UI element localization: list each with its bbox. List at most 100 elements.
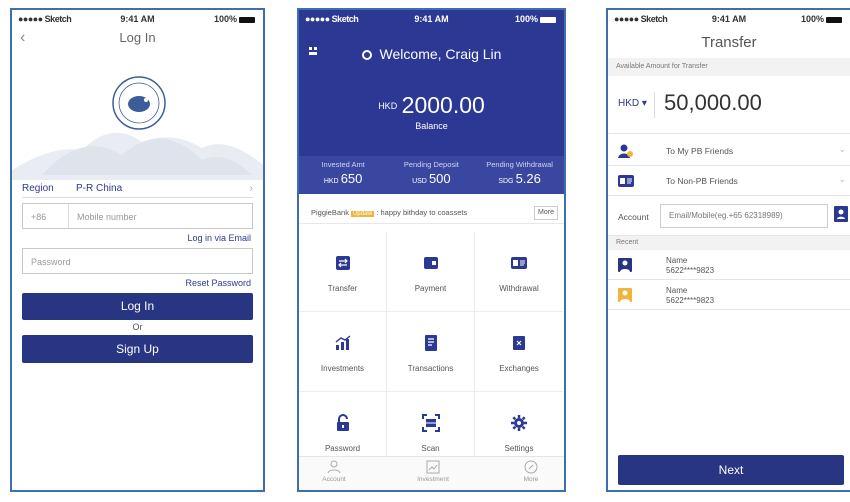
tab-more[interactable]: More xyxy=(496,460,564,483)
grid-label: Payment xyxy=(414,284,447,293)
grid-label: Password xyxy=(324,444,361,453)
balance-label: Balance xyxy=(415,121,448,131)
update-badge: Update xyxy=(350,211,375,217)
mobile-input[interactable]: +86 Mobile number xyxy=(22,203,253,229)
wallet-icon xyxy=(423,257,438,269)
account-label: Account xyxy=(618,212,649,222)
tab-bar: Account Investment More xyxy=(299,456,564,490)
gear-icon xyxy=(511,415,527,431)
home-header: ●●●●● Sketch 9:41 AM 100% Welcome, Craig… xyxy=(299,10,564,194)
battery-icon xyxy=(826,16,842,23)
password-input[interactable]: Password xyxy=(22,248,253,274)
grid-label: Settings xyxy=(504,444,534,453)
grid-item-withdrawal[interactable]: Withdrawal xyxy=(475,232,563,312)
stat-pending-deposit[interactable]: Pending Deposit USD 500 xyxy=(387,160,475,186)
option-label: To My PB Friends xyxy=(666,146,734,156)
battery-percent: 100% xyxy=(800,14,824,24)
stat-label: Invested Amt xyxy=(321,160,365,169)
battery-indicator: 100% xyxy=(801,14,842,24)
grid-item-investments[interactable]: Investments xyxy=(299,312,387,392)
person-icon xyxy=(327,460,341,474)
recent-header: Recent xyxy=(608,236,850,250)
recent-contact[interactable]: Name 5622****9823 xyxy=(608,250,850,280)
battery-icon xyxy=(239,16,255,23)
hero-illustration xyxy=(12,50,263,180)
status-bar: ●●●●● Sketch 9:41 AM 100% xyxy=(299,10,564,26)
contact-card-icon xyxy=(618,175,634,187)
divider xyxy=(68,204,69,228)
option-pb-friends[interactable]: To My PB Friends ⌄ xyxy=(608,136,850,166)
back-chevron-icon[interactable]: ‹ xyxy=(20,26,25,50)
battery-indicator: 100% xyxy=(214,14,255,24)
option-label: To Non-PB Friends xyxy=(666,176,738,186)
signup-button[interactable]: Sign Up xyxy=(22,335,253,363)
balance-currency: HKD xyxy=(378,101,398,111)
home-screen: ●●●●● Sketch 9:41 AM 100% Welcome, Craig… xyxy=(297,8,566,492)
contact-avatar-icon xyxy=(618,258,632,272)
chevron-down-icon: ⌄ xyxy=(838,144,846,154)
friend-icon xyxy=(618,144,633,158)
option-non-pb-friends[interactable]: To Non-PB Friends ⌄ xyxy=(608,166,850,196)
stat-value: 5.26 xyxy=(515,171,541,186)
line-chart-icon xyxy=(426,460,440,474)
login-button[interactable]: Log In xyxy=(22,293,253,320)
grid-label: Transactions xyxy=(407,364,454,373)
region-value: P-R China xyxy=(76,183,123,194)
welcome-banner: Welcome, Craig Lin xyxy=(299,46,564,62)
region-selector[interactable]: Region P-R China › xyxy=(22,180,253,198)
country-code[interactable]: +86 xyxy=(31,212,46,222)
login-via-email-link[interactable]: Log in via Email xyxy=(187,233,251,243)
contacts-book-icon[interactable] xyxy=(834,206,848,222)
balance-amount: 2000.00 xyxy=(401,92,485,118)
mountains-logo-art xyxy=(12,76,263,180)
balance-display: HKD 2000.00 Balance xyxy=(299,92,564,131)
stat-invested[interactable]: Invested Amt HKD 650 xyxy=(299,160,387,186)
stat-currency: USD xyxy=(412,178,427,185)
stat-currency: HKD xyxy=(323,178,339,185)
receipt-icon xyxy=(424,335,437,351)
divider xyxy=(654,92,655,118)
recent-contact[interactable]: Name 5622****9823 xyxy=(608,280,850,310)
tab-investment[interactable]: Investment xyxy=(398,460,468,483)
region-label: Region xyxy=(22,183,54,194)
mobile-placeholder: Mobile number xyxy=(77,212,137,222)
notice-bar[interactable]: PiggieBank Update: happy bithday to coass… xyxy=(299,202,564,224)
grid-label: Scan xyxy=(421,444,440,453)
stat-label: Pending Deposit xyxy=(403,160,459,169)
amount-row: HKD ▾ 50,000.00 xyxy=(608,76,850,134)
amount-value[interactable]: 50,000.00 xyxy=(664,90,762,116)
grid-item-transactions[interactable]: Transactions xyxy=(387,312,475,392)
lock-icon xyxy=(336,414,349,431)
currency-dropdown[interactable]: HKD ▾ xyxy=(618,98,647,109)
grid-item-transfer[interactable]: Transfer xyxy=(299,232,387,312)
grid-item-payment[interactable]: Payment xyxy=(387,232,475,312)
password-placeholder: Password xyxy=(31,257,71,267)
battery-indicator: 100% xyxy=(515,14,556,24)
contact-avatar-icon xyxy=(618,288,632,302)
next-button[interactable]: Next xyxy=(618,455,844,485)
stats-strip: Invested Amt HKD 650 Pending Deposit USD… xyxy=(299,156,564,194)
page-title: Log In xyxy=(119,30,156,45)
stat-value: 500 xyxy=(428,171,451,186)
stat-pending-withdrawal[interactable]: Pending Withdrawal SDG 5.26 xyxy=(475,160,563,186)
contact-number: 5622****9823 xyxy=(666,266,715,275)
page-title: Transfer xyxy=(701,34,757,51)
account-row: Account Email/Mobile(eg.+65 62318989) xyxy=(608,196,850,236)
transfer-icon xyxy=(335,256,350,270)
status-bar: ●●●●● Sketch 9:41 AM 100% xyxy=(608,10,850,26)
stat-value: 650 xyxy=(340,171,363,186)
grid-item-exchanges[interactable]: Exchanges xyxy=(475,312,563,392)
tab-label: Investment xyxy=(417,476,449,483)
contact-name: Name xyxy=(666,286,688,295)
tab-label: More xyxy=(523,476,539,483)
battery-percent: 100% xyxy=(514,14,538,24)
grid-label: Investments xyxy=(320,364,365,373)
id-card-icon xyxy=(511,257,527,269)
tab-account[interactable]: Account xyxy=(299,460,369,483)
reset-password-link[interactable]: Reset Password xyxy=(185,278,251,288)
nav-bar: ‹ Log In xyxy=(12,26,263,50)
transfer-screen: ●●●●● Sketch 9:41 AM 100% Transfer Avail… xyxy=(606,8,850,492)
account-input[interactable]: Email/Mobile(eg.+65 62318989) xyxy=(660,204,828,228)
tab-label: Account xyxy=(322,476,346,483)
more-button[interactable]: More xyxy=(534,206,558,220)
